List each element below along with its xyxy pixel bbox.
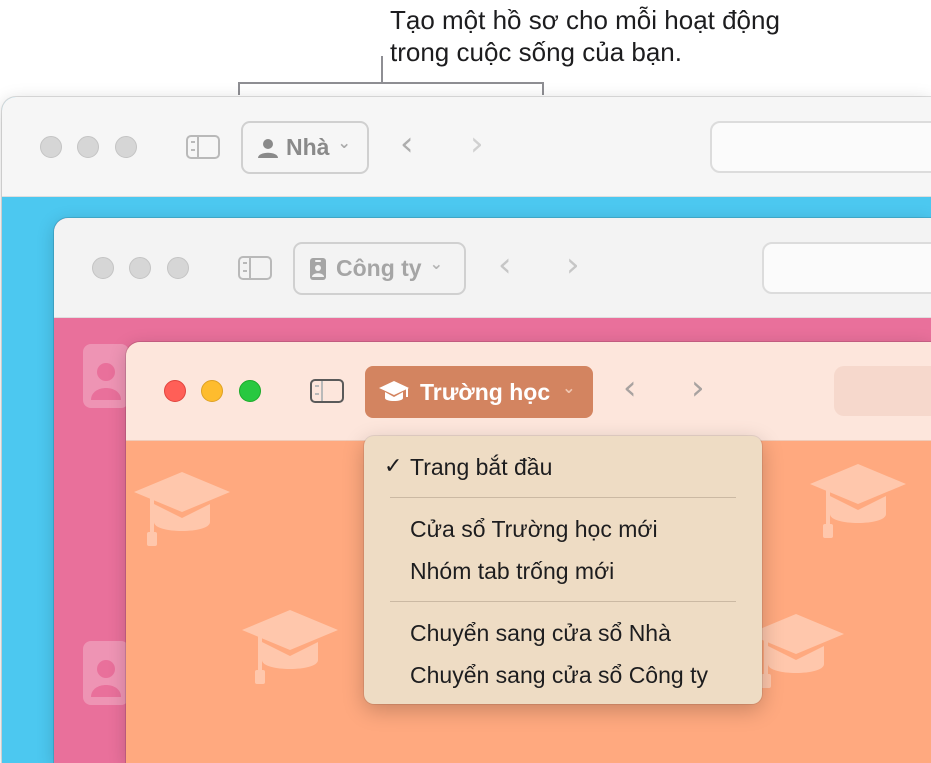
address-bar[interactable] xyxy=(710,121,931,173)
menu-item-switch-to-home-window[interactable]: Chuyển sang cửa sổ Nhà xyxy=(410,620,671,647)
school-toolbar: Trường học ⌄ ‹ › xyxy=(126,342,931,441)
menu-item-switch-to-work-window[interactable]: Chuyển sang cửa sổ Công ty xyxy=(410,662,708,689)
minimize-button[interactable] xyxy=(77,136,99,158)
close-button[interactable] xyxy=(40,136,62,158)
callout-line-2: trong cuộc sống của bạn. xyxy=(390,37,682,67)
id-badge-icon xyxy=(310,257,326,280)
minimize-button[interactable] xyxy=(201,380,223,402)
close-button[interactable] xyxy=(164,380,186,402)
sidebar-toggle-icon[interactable] xyxy=(238,256,272,280)
menu-item-new-school-window[interactable]: Cửa sổ Trường học mới xyxy=(410,516,658,543)
menu-separator xyxy=(390,601,736,602)
profile-button-work[interactable]: Công ty ⌄ xyxy=(293,242,466,295)
work-toolbar: Công ty ⌄ ‹ › xyxy=(54,218,931,318)
profile-menu: ✓ Trang bắt đầu Cửa sổ Trường học mới Nh… xyxy=(364,436,762,704)
graduation-cap-watermark-icon xyxy=(810,464,906,538)
menu-item-start-page[interactable]: Trang bắt đầu xyxy=(410,454,552,481)
callout-text: Tạo một hồ sơ cho mỗi hoạt động trong cu… xyxy=(390,4,780,68)
callout-line-1: Tạo một hồ sơ cho mỗi hoạt động xyxy=(390,5,780,35)
home-toolbar: Nhà ⌄ ‹ › xyxy=(2,97,931,197)
back-icon[interactable]: ‹ xyxy=(400,127,414,161)
callout-bracket-right xyxy=(542,82,544,95)
profile-label-work: Công ty xyxy=(336,255,422,281)
close-button[interactable] xyxy=(92,257,114,279)
address-bar[interactable] xyxy=(834,366,931,416)
chevron-down-icon: ⌄ xyxy=(429,254,444,273)
profile-label-home: Nhà xyxy=(286,134,330,160)
zoom-button[interactable] xyxy=(115,136,137,158)
zoom-button[interactable] xyxy=(167,257,189,279)
graduation-cap-watermark-icon xyxy=(134,472,230,546)
callout-bracket xyxy=(238,82,544,84)
sidebar-toggle-icon[interactable] xyxy=(310,379,344,403)
profile-label-school: Trường học xyxy=(420,378,551,405)
sidebar-toggle-icon[interactable] xyxy=(186,135,220,159)
profile-button-school[interactable]: Trường học ⌄ xyxy=(365,366,593,418)
chevron-down-icon: ⌄ xyxy=(337,133,351,152)
forward-icon[interactable]: › xyxy=(691,371,705,405)
back-icon[interactable]: ‹ xyxy=(623,371,637,405)
forward-icon[interactable]: › xyxy=(566,248,580,282)
graduation-cap-icon xyxy=(379,381,409,401)
minimize-button[interactable] xyxy=(129,257,151,279)
address-bar[interactable] xyxy=(762,242,931,294)
callout-bracket-stem xyxy=(381,56,383,84)
menu-item-new-empty-tab-group[interactable]: Nhóm tab trống mới xyxy=(410,558,614,585)
graduation-cap-watermark-icon xyxy=(242,610,338,684)
id-badge-watermark-icon xyxy=(83,641,129,705)
back-icon[interactable]: ‹ xyxy=(498,248,512,282)
chevron-down-icon: ⌄ xyxy=(562,377,576,397)
menu-separator xyxy=(390,497,736,498)
callout-bracket-left xyxy=(238,82,240,95)
profile-button-home[interactable]: Nhà ⌄ xyxy=(241,121,369,174)
id-badge-watermark-icon xyxy=(83,344,129,408)
forward-icon[interactable]: › xyxy=(470,127,484,161)
person-icon xyxy=(258,138,278,158)
zoom-button[interactable] xyxy=(239,380,261,402)
checkmark-icon: ✓ xyxy=(384,454,403,479)
